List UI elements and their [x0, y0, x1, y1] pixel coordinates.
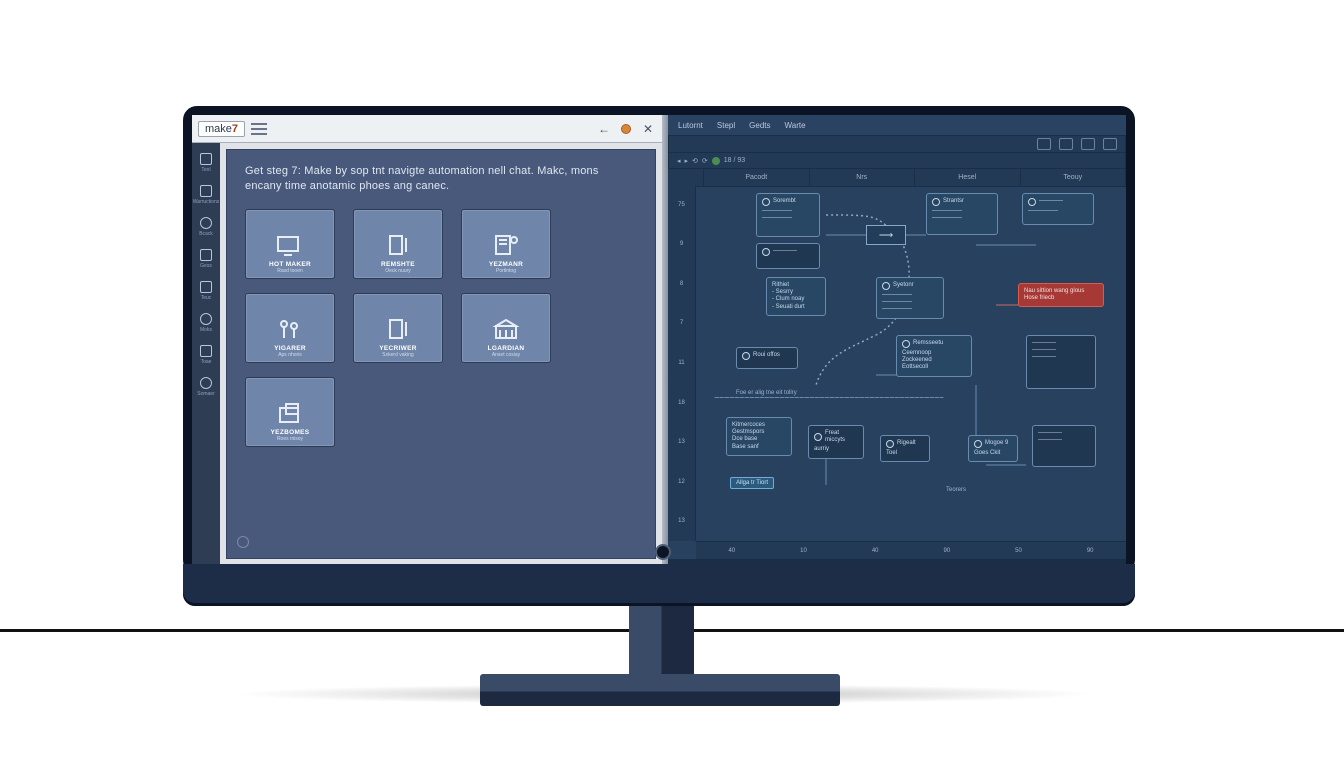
ruler-y: 7598 71118 131213	[668, 185, 696, 541]
rail-item-6[interactable]: Toae	[200, 345, 212, 365]
tool-grid-icon[interactable]	[1037, 138, 1051, 150]
node-module-11[interactable]: Mogoe 9 Goes Ckit	[968, 435, 1018, 462]
diagram-canvas[interactable]: 7598 71118 131213	[668, 185, 1126, 541]
brand-name: make	[205, 123, 232, 135]
node-module-6[interactable]: —————————	[1022, 193, 1094, 225]
node-module-1[interactable]: Sorembt ——————————	[756, 193, 820, 237]
tool-collapse-icon[interactable]	[1103, 138, 1117, 150]
node-warning[interactable]: Nau sittion wang glousHose friecb	[1018, 283, 1104, 307]
timeline-counter: 18 / 93	[724, 157, 745, 164]
node-module-12[interactable]: ————————	[1032, 425, 1096, 467]
menu-item-3[interactable]: Warte	[784, 121, 805, 130]
rail-item-5[interactable]: Moks	[200, 313, 212, 333]
brand-version: 7	[232, 123, 238, 135]
node-module-2[interactable]: Strantsr ——————————	[926, 193, 998, 235]
strip-label: Foe er alig tne eit tollry	[736, 390, 797, 396]
titlebar: make7 ← ✕	[192, 115, 662, 143]
traffic-light-icon[interactable]	[618, 121, 634, 137]
menu-item-2[interactable]: Gedts	[749, 121, 770, 130]
menu-item-0[interactable]: Lutornt	[678, 121, 703, 130]
node-module-5[interactable]: Roui offos	[736, 347, 798, 369]
rail-item-4[interactable]: Teuc	[200, 281, 212, 301]
close-icon[interactable]: ✕	[640, 121, 656, 137]
card-3[interactable]: YIGARERAps nhoris	[245, 293, 335, 363]
card-0[interactable]: HOT MAKERRasd tooen	[245, 209, 335, 279]
power-button-icon	[655, 544, 671, 560]
app-brand: make7	[198, 121, 245, 137]
card-2[interactable]: YEZMANRPortintog	[461, 209, 551, 279]
card-4[interactable]: YECRIWERSxkerd vaking	[353, 293, 443, 363]
arrow-icon: ⟶	[866, 225, 906, 245]
rail-item-0[interactable]: Teol	[200, 153, 212, 173]
back-icon[interactable]: ←	[596, 121, 612, 137]
node-module-4[interactable]: Remsseetu CeemnoopZockeenedEottsecoll	[896, 335, 972, 377]
node-module-1b[interactable]: ————	[756, 243, 820, 269]
ruler-x: 401040 905090	[696, 541, 1126, 559]
diagram-menubar: Lutornt Stepl Gedts Warte	[668, 115, 1126, 135]
rail-item-1[interactable]: Warructions	[193, 185, 220, 205]
hamburger-icon[interactable]	[251, 123, 267, 135]
card-6[interactable]: YEZBOMESRoes misoy	[245, 377, 335, 447]
rail-item-3[interactable]: Gess	[200, 249, 212, 269]
node-list-1[interactable]: Rithiet- Sesrry - Clum noay- Seuati durt	[766, 277, 826, 316]
template-gallery: Get steg 7: Make by sop tnt navigte auto…	[226, 149, 656, 559]
node-module-7[interactable]: ————————————	[1026, 335, 1096, 389]
footer-label: Teorers	[946, 487, 966, 493]
badge[interactable]: Allga tr Tiort	[730, 477, 774, 489]
nav-rail: Teol Warructions Bcack Gess Teuc Moks To…	[192, 143, 220, 565]
rail-item-2[interactable]: Bcack	[199, 217, 213, 237]
rail-item-7[interactable]: Somaer	[197, 377, 215, 397]
node-module-9[interactable]: Freat miccyts aurriy	[808, 425, 864, 459]
menu-item-1[interactable]: Stepl	[717, 121, 735, 130]
intro-text: Get steg 7: Make by sop tnt navigte auto…	[245, 164, 637, 195]
node-module-8[interactable]: KitmercocesGestmspors Dce baseBase sanf	[726, 417, 792, 456]
right-pane: Lutornt Stepl Gedts Warte ◂▸⟲⟳ 18 / 93	[668, 115, 1126, 565]
separator-line	[714, 397, 944, 398]
left-pane: make7 ← ✕ Teol Warructions Bcack Gess Te…	[192, 115, 662, 565]
node-module-10[interactable]: Rigealt Toel	[880, 435, 930, 462]
card-1[interactable]: REMSHTEOeck nuury	[353, 209, 443, 279]
card-5[interactable]: LGARDIANAnset cosiay	[461, 293, 551, 363]
tool-expand-icon[interactable]	[1081, 138, 1095, 150]
node-module-3[interactable]: Syetonr ———————————————	[876, 277, 944, 319]
loading-ring-icon	[237, 536, 249, 548]
tool-layers-icon[interactable]	[1059, 138, 1073, 150]
status-dot-icon	[712, 157, 720, 165]
diagram-toolbar: ◂▸⟲⟳ 18 / 93	[668, 135, 1126, 169]
